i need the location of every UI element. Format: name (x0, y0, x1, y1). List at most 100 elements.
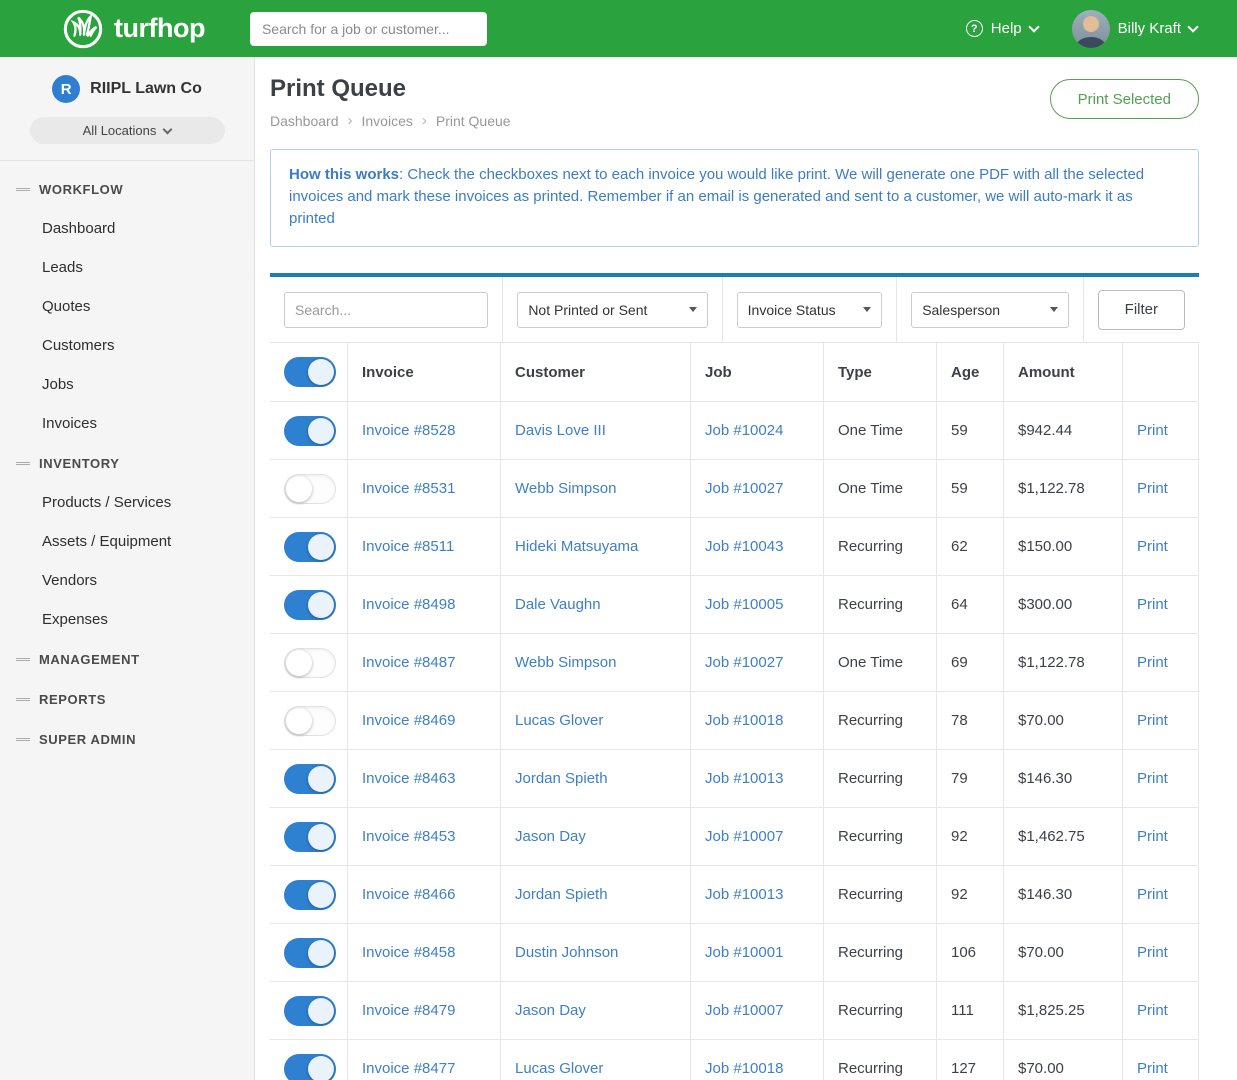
sidebar-item-vendors[interactable]: Vendors (0, 561, 254, 600)
sidebar-item-dashboard[interactable]: Dashboard (0, 209, 254, 248)
sidebar-item-expenses[interactable]: Expenses (0, 600, 254, 639)
nav-section-super-admin[interactable]: SUPER ADMIN (0, 719, 254, 759)
salesperson-select[interactable]: Salesperson (911, 292, 1068, 328)
row-print-link[interactable]: Print (1122, 1040, 1199, 1080)
nav-section-inventory[interactable]: INVENTORY (0, 443, 254, 483)
row-print-link[interactable]: Print (1122, 634, 1199, 691)
row-print-link[interactable]: Print (1122, 982, 1199, 1039)
row-print-link[interactable]: Print (1122, 402, 1199, 459)
sidebar-item-quotes[interactable]: Quotes (0, 287, 254, 326)
customer-link[interactable]: Jason Day (500, 982, 690, 1039)
invoice-row: Invoice #8466 Jordan Spieth Job #10013 R… (270, 866, 1199, 924)
customer-link[interactable]: Jordan Spieth (500, 866, 690, 923)
invoice-link[interactable]: Invoice #8477 (347, 1040, 500, 1080)
customer-link[interactable]: Hideki Matsuyama (500, 518, 690, 575)
invoice-link[interactable]: Invoice #8531 (347, 460, 500, 517)
nav-section-reports[interactable]: REPORTS (0, 679, 254, 719)
user-menu[interactable]: Billy Kraft (1072, 10, 1197, 48)
invoice-link[interactable]: Invoice #8487 (347, 634, 500, 691)
location-selector[interactable]: All Locations (30, 117, 225, 144)
row-select-toggle[interactable] (284, 822, 336, 852)
row-print-link[interactable]: Print (1122, 924, 1199, 981)
job-link[interactable]: Job #10027 (690, 634, 823, 691)
toggle-knob (308, 1056, 334, 1080)
row-print-link[interactable]: Print (1122, 518, 1199, 575)
invoice-link[interactable]: Invoice #8498 (347, 576, 500, 633)
row-print-link[interactable]: Print (1122, 808, 1199, 865)
row-select-toggle[interactable] (284, 938, 336, 968)
invoice-link[interactable]: Invoice #8463 (347, 750, 500, 807)
select-all-toggle[interactable] (284, 357, 336, 387)
row-print-link[interactable]: Print (1122, 692, 1199, 749)
customer-link[interactable]: Davis Love III (500, 402, 690, 459)
invoice-link[interactable]: Invoice #8458 (347, 924, 500, 981)
invoice-row: Invoice #8479 Jason Day Job #10007 Recur… (270, 982, 1199, 1040)
invoice-age: 127 (936, 1040, 1003, 1080)
row-select-toggle[interactable] (284, 764, 336, 794)
row-select-toggle[interactable] (284, 648, 336, 678)
user-avatar (1072, 10, 1110, 48)
job-link[interactable]: Job #10007 (690, 808, 823, 865)
invoice-status-select[interactable]: Invoice Status (737, 292, 883, 328)
sidebar-item-invoices[interactable]: Invoices (0, 404, 254, 443)
job-link[interactable]: Job #10013 (690, 866, 823, 923)
invoice-link[interactable]: Invoice #8469 (347, 692, 500, 749)
row-print-link[interactable]: Print (1122, 576, 1199, 633)
table-search-input[interactable] (284, 292, 488, 328)
customer-link[interactable]: Jason Day (500, 808, 690, 865)
row-select-toggle[interactable] (284, 532, 336, 562)
sidebar-item-jobs[interactable]: Jobs (0, 365, 254, 404)
customer-link[interactable]: Lucas Glover (500, 692, 690, 749)
job-link[interactable]: Job #10001 (690, 924, 823, 981)
job-link[interactable]: Job #10005 (690, 576, 823, 633)
row-select-toggle[interactable] (284, 996, 336, 1026)
invoice-age: 79 (936, 750, 1003, 807)
sidebar-item-leads[interactable]: Leads (0, 248, 254, 287)
row-select-toggle[interactable] (284, 880, 336, 910)
breadcrumb-invoices[interactable]: Invoices (362, 113, 413, 129)
invoice-row: Invoice #8531 Webb Simpson Job #10027 On… (270, 460, 1199, 518)
invoice-link[interactable]: Invoice #8453 (347, 808, 500, 865)
sidebar-item-assets-equipment[interactable]: Assets / Equipment (0, 522, 254, 561)
row-print-link[interactable]: Print (1122, 866, 1199, 923)
row-select-toggle[interactable] (284, 474, 336, 504)
job-link[interactable]: Job #10018 (690, 1040, 823, 1080)
job-link[interactable]: Job #10013 (690, 750, 823, 807)
nav-section-workflow[interactable]: WORKFLOW (0, 169, 254, 209)
customer-link[interactable]: Webb Simpson (500, 634, 690, 691)
sidebar-item-customers[interactable]: Customers (0, 326, 254, 365)
company-block: R RIIPL Lawn Co All Locations (0, 57, 254, 161)
toggle-knob (308, 940, 334, 966)
job-link[interactable]: Job #10007 (690, 982, 823, 1039)
breadcrumb-dashboard[interactable]: Dashboard (270, 113, 339, 129)
customer-link[interactable]: Dale Vaughn (500, 576, 690, 633)
invoice-link[interactable]: Invoice #8511 (347, 518, 500, 575)
invoice-link[interactable]: Invoice #8479 (347, 982, 500, 1039)
row-select-toggle[interactable] (284, 590, 336, 620)
job-link[interactable]: Job #10018 (690, 692, 823, 749)
job-link[interactable]: Job #10024 (690, 402, 823, 459)
filter-button[interactable]: Filter (1098, 290, 1185, 330)
row-print-link[interactable]: Print (1122, 750, 1199, 807)
row-print-link[interactable]: Print (1122, 460, 1199, 517)
row-select-toggle[interactable] (284, 706, 336, 736)
print-selected-button[interactable]: Print Selected (1050, 79, 1199, 119)
job-link[interactable]: Job #10043 (690, 518, 823, 575)
nav-section-management[interactable]: MANAGEMENT (0, 639, 254, 679)
printed-status-select[interactable]: Not Printed or Sent (517, 292, 707, 328)
invoice-link[interactable]: Invoice #8528 (347, 402, 500, 459)
customer-link[interactable]: Dustin Johnson (500, 924, 690, 981)
customer-link[interactable]: Webb Simpson (500, 460, 690, 517)
company-logo-badge: R (52, 75, 80, 103)
brand-logo[interactable]: turfhop (62, 8, 205, 50)
job-link[interactable]: Job #10027 (690, 460, 823, 517)
invoice-link[interactable]: Invoice #8466 (347, 866, 500, 923)
customer-link[interactable]: Jordan Spieth (500, 750, 690, 807)
global-search-input[interactable] (250, 12, 487, 46)
sidebar-item-products-services[interactable]: Products / Services (0, 483, 254, 522)
row-select-toggle[interactable] (284, 416, 336, 446)
customer-link[interactable]: Lucas Glover (500, 1040, 690, 1080)
help-menu[interactable]: ? Help (966, 20, 1038, 37)
invoice-row: Invoice #8511 Hideki Matsuyama Job #1004… (270, 518, 1199, 576)
row-select-toggle[interactable] (284, 1054, 336, 1080)
